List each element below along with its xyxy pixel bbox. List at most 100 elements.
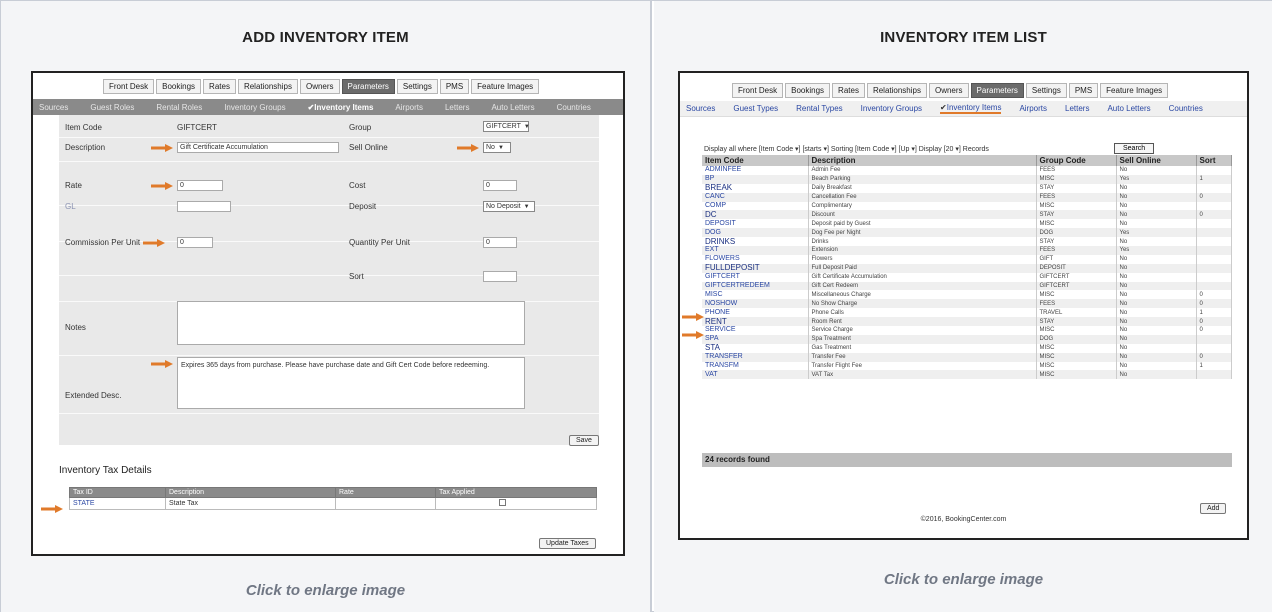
item-code-link[interactable]: DEPOSIT — [702, 219, 809, 229]
cost-label: Cost — [349, 181, 366, 190]
item-code-link[interactable]: DOG — [702, 228, 809, 238]
cost-input[interactable]: 0 — [483, 180, 517, 191]
nav-tab-pms[interactable]: PMS — [439, 79, 470, 94]
nav-tab-owners[interactable]: Owners — [928, 83, 969, 98]
add-button[interactable]: Add — [1200, 503, 1227, 514]
nav-tab-feature-images[interactable]: Feature Images — [1100, 83, 1169, 98]
arrow-giftcert-icon — [682, 313, 704, 321]
tax-applied-checkbox[interactable] — [499, 499, 506, 506]
subnav-item-inventory-items[interactable]: Inventory Items — [940, 103, 1002, 114]
nav-tab-bookings[interactable]: Bookings — [785, 83, 831, 98]
sort-input[interactable] — [483, 271, 517, 282]
item-code-link[interactable]: DRINKS — [702, 237, 809, 247]
item-code-link[interactable]: SPA — [702, 334, 809, 344]
nav-tab-rates[interactable]: Rates — [832, 83, 865, 98]
enlarge-caption[interactable]: Click to enlarge image — [654, 571, 1272, 588]
nav-tab-feature-images[interactable]: Feature Images — [471, 79, 540, 94]
item-code-link[interactable]: RENT — [702, 317, 809, 327]
subnav-item-auto-letters[interactable]: Auto Letters — [1107, 104, 1150, 113]
add-inventory-screenshot[interactable]: Front Desk Bookings Rates Relationships Owne… — [31, 71, 625, 556]
inventory-list-screenshot[interactable]: Front Desk Bookings Rates Relationships Owne… — [678, 71, 1249, 540]
filter-bar[interactable]: Display all where [Item Code ▾] [starts … — [704, 145, 989, 153]
item-code-link[interactable]: ADMINFEE — [702, 166, 809, 175]
gl-input[interactable] — [177, 201, 231, 212]
item-code-link[interactable]: NOSHOW — [702, 299, 809, 309]
group-select[interactable]: GIFTCERT — [483, 121, 529, 132]
save-button[interactable]: Save — [569, 435, 599, 446]
nav-tab-front-desk[interactable]: Front Desk — [732, 83, 784, 98]
subnav-item-airports[interactable]: Airports — [395, 103, 423, 112]
nav-tab-parameters[interactable]: Parameters — [970, 83, 1024, 98]
nav-tab-parameters[interactable]: Parameters — [341, 79, 395, 94]
description-input[interactable]: Gift Certificate Accumulation — [177, 142, 339, 153]
item-code-link[interactable]: DC — [702, 210, 809, 220]
subnav-item-airports[interactable]: Airports — [1019, 104, 1047, 113]
commission-input[interactable]: 0 — [177, 237, 213, 248]
item-group: DEPOSIT — [1036, 263, 1117, 273]
table-row: STA Gas Treatment MISC No — [702, 343, 1232, 353]
nav-tab-rates[interactable]: Rates — [203, 79, 236, 94]
enlarge-caption[interactable]: Click to enlarge image — [1, 582, 650, 599]
search-button[interactable]: Search — [1114, 143, 1155, 154]
nav-tab-relationships[interactable]: Relationships — [237, 79, 298, 94]
deposit-select[interactable]: No Deposit — [483, 201, 535, 212]
item-code-link[interactable]: GIFTCERTREDEEM — [702, 281, 809, 291]
nav-tab-front-desk[interactable]: Front Desk — [103, 79, 155, 94]
quantity-input[interactable]: 0 — [483, 237, 517, 248]
item-code-link[interactable]: TRANSFM — [702, 361, 809, 371]
item-group: DOG — [1036, 228, 1117, 238]
item-code-link[interactable]: FLOWERS — [702, 254, 809, 264]
col-group-code[interactable]: Group Code — [1036, 155, 1117, 166]
subnav-item-letters[interactable]: Letters — [445, 103, 469, 112]
col-sort[interactable]: Sort — [1196, 155, 1232, 166]
tax-id-link[interactable]: STATE — [69, 497, 166, 510]
item-group: MISC — [1036, 361, 1117, 371]
subnav-item-rental-roles[interactable]: Rental Roles — [156, 103, 202, 112]
subnav-item-inventory-items[interactable]: Inventory Items — [308, 103, 373, 112]
item-code-link[interactable]: GIFTCERT — [702, 272, 809, 282]
item-code-link[interactable]: EXT — [702, 246, 809, 255]
nav-tab-settings[interactable]: Settings — [396, 79, 438, 94]
subnav-item-guest-types[interactable]: Guest Types — [733, 104, 778, 113]
nav-tab-relationships[interactable]: Relationships — [866, 83, 927, 98]
subnav-item-countries[interactable]: Countries — [1169, 104, 1203, 113]
item-code-link[interactable]: TRANSFER — [702, 352, 809, 362]
subnav-item-guest-roles[interactable]: Guest Roles — [90, 103, 134, 112]
col-sell-online[interactable]: Sell Online — [1116, 155, 1197, 166]
subnav-item-inventory-groups[interactable]: Inventory Groups — [861, 104, 922, 113]
subnav-item-auto-letters[interactable]: Auto Letters — [491, 103, 534, 112]
item-code-link[interactable]: COMP — [702, 201, 809, 211]
item-sell-online: No — [1116, 272, 1197, 282]
item-code-link[interactable]: MISC — [702, 290, 809, 300]
subnav-item-countries[interactable]: Countries — [557, 103, 591, 112]
subnav-item-letters[interactable]: Letters — [1065, 104, 1089, 113]
item-code-link[interactable]: STA — [702, 343, 809, 353]
item-code-link[interactable]: PHONE — [702, 308, 809, 318]
item-code-link[interactable]: SERVICE — [702, 326, 809, 335]
col-item-code[interactable]: Item Code — [702, 155, 809, 166]
subnav-item-sources[interactable]: Sources — [39, 103, 68, 112]
nav-tab-owners[interactable]: Owners — [299, 79, 340, 94]
item-code-link[interactable]: BREAK — [702, 183, 809, 193]
update-taxes-button[interactable]: Update Taxes — [539, 538, 596, 549]
sort-label: Sort — [349, 272, 364, 281]
item-code-link[interactable]: VAT — [702, 370, 809, 380]
notes-textarea[interactable] — [177, 301, 525, 345]
subnav-item-inventory-groups[interactable]: Inventory Groups — [224, 103, 285, 112]
nav-tab-bookings[interactable]: Bookings — [156, 79, 202, 94]
item-code-link[interactable]: FULLDEPOSIT — [702, 263, 809, 273]
sell-online-select[interactable]: No — [483, 142, 511, 153]
subnav-item-sources[interactable]: Sources — [686, 104, 715, 113]
item-sort — [1196, 370, 1232, 380]
item-group: MISC — [1036, 326, 1117, 335]
subnav-item-rental-types[interactable]: Rental Types — [796, 104, 843, 113]
item-description: Full Deposit Paid — [808, 263, 1037, 273]
nav-tab-pms[interactable]: PMS — [1068, 83, 1099, 98]
item-sell-online: No — [1116, 166, 1197, 175]
col-description[interactable]: Description — [808, 155, 1037, 166]
extended-desc-textarea[interactable]: Expires 365 days from purchase. Please h… — [177, 357, 525, 409]
rate-input[interactable]: 0 — [177, 180, 223, 191]
item-code-link[interactable]: CANC — [702, 192, 809, 202]
item-code-link[interactable]: BP — [702, 174, 809, 184]
nav-tab-settings[interactable]: Settings — [1025, 83, 1067, 98]
